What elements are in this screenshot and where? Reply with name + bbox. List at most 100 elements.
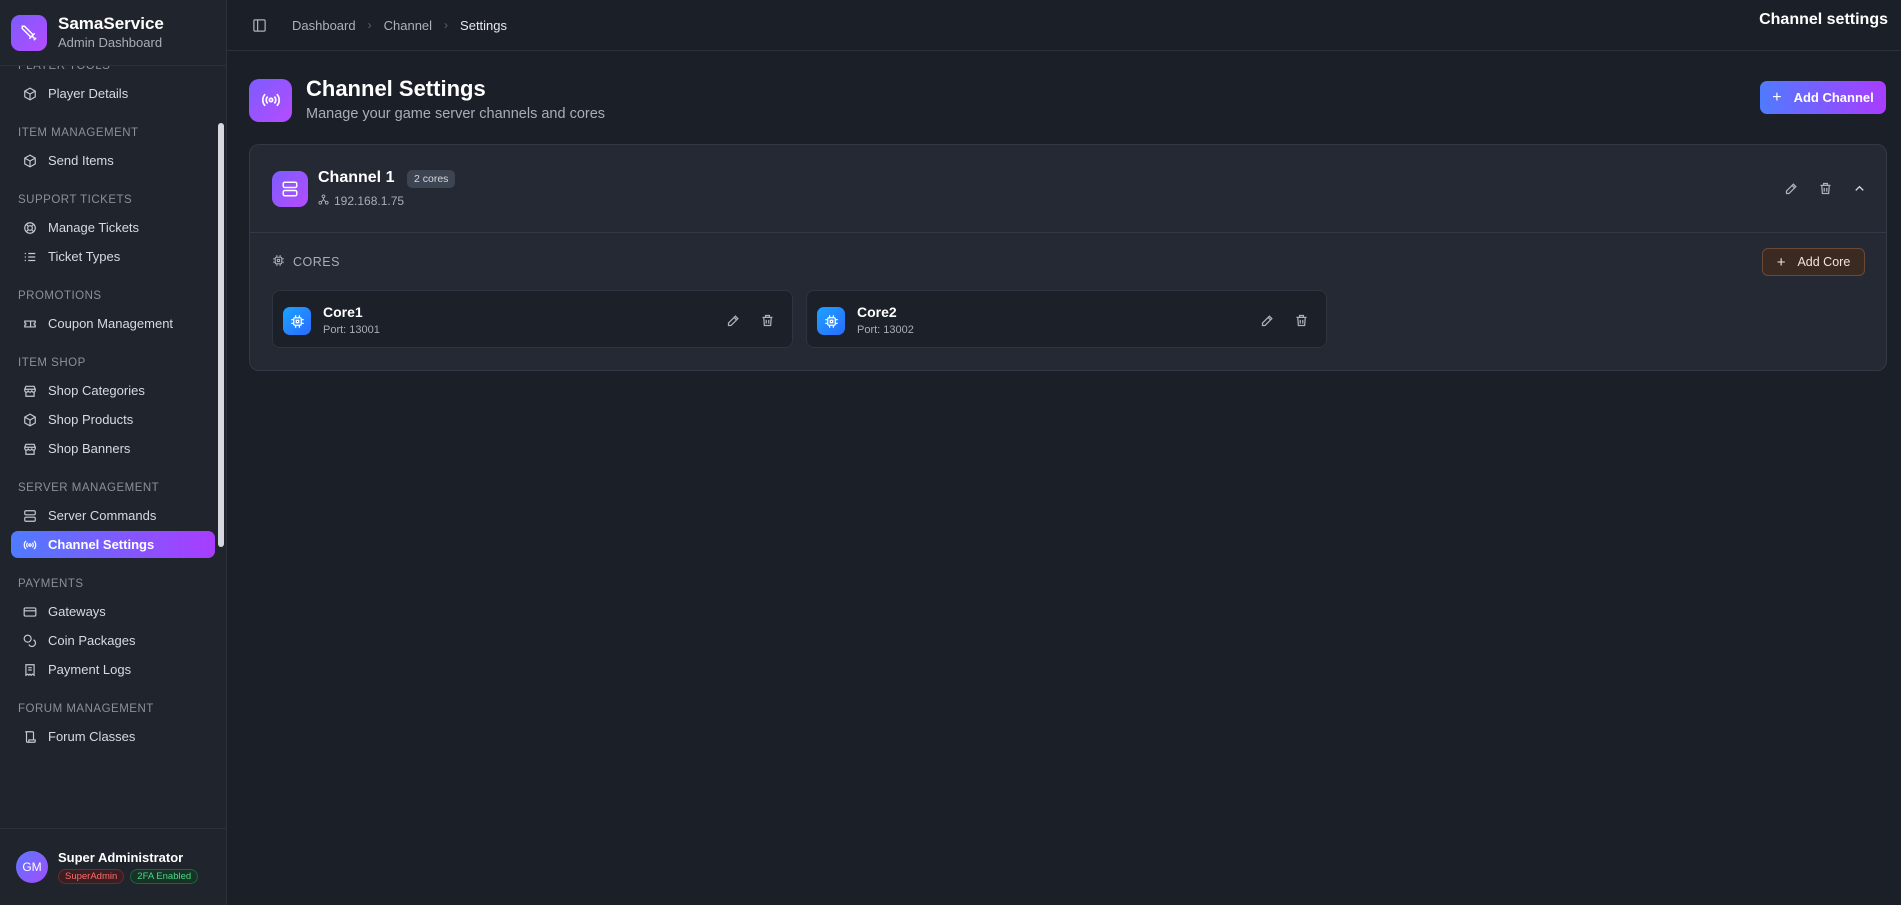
sidebar-item-label: Coupon Management — [48, 316, 174, 331]
lifebuoy-icon — [22, 220, 38, 236]
delete-core-icon[interactable] — [1292, 311, 1310, 329]
avatar: GM — [16, 851, 48, 883]
add-channel-label: Add Channel — [1793, 90, 1874, 105]
breadcrumb-dashboard[interactable]: Dashboard — [292, 18, 356, 33]
sidebar-item-label: Gateways — [48, 604, 106, 619]
page-title: Channel Settings — [306, 76, 486, 101]
user-profile[interactable]: GM Super Administrator SuperAdmin 2FA En… — [0, 828, 226, 905]
sidebar-item-manage-tickets[interactable]: Manage Tickets — [11, 214, 215, 241]
sidebar-item-server-commands[interactable]: Server Commands — [11, 502, 215, 529]
sidebar-item-label: Channel Settings — [48, 537, 155, 552]
channel-card: Channel 1 2 cores 192.168.1.75 CORES + A… — [249, 144, 1887, 371]
sidebar-item-label: Player Details — [48, 86, 129, 101]
core-port: Port: 13001 — [323, 324, 380, 336]
breadcrumb-channel[interactable]: Channel — [384, 18, 432, 33]
server-icon — [22, 508, 38, 524]
sidebar-toggle-icon[interactable] — [250, 16, 268, 34]
edit-core-icon[interactable] — [724, 311, 742, 329]
core-name: Core2 — [857, 304, 897, 320]
channel-ip: 192.168.1.75 — [318, 194, 404, 208]
cores-label-text: CORES — [293, 255, 340, 269]
sidebar-scrollbar[interactable] — [218, 123, 224, 547]
cube-icon — [22, 86, 38, 102]
coins-icon — [22, 633, 38, 649]
sidebar-item-player-details[interactable]: Player Details — [11, 80, 215, 107]
breadcrumb: Dashboard › Channel › Settings — [292, 18, 507, 33]
sword-icon — [11, 14, 47, 51]
sidebar-item-label: Ticket Types — [48, 249, 121, 264]
sidebar-item-shop-banners[interactable]: Shop Banners — [11, 435, 215, 462]
chevron-right-icon: › — [444, 18, 449, 32]
sidebar-item-label: Server Commands — [48, 508, 157, 523]
core-port: Port: 13002 — [857, 324, 914, 336]
sidebar-item-shop-products[interactable]: Shop Products — [11, 406, 215, 433]
sidebar-item-label: Coin Packages — [48, 633, 136, 648]
plus-icon: + — [1776, 253, 1786, 271]
nav-section-title: PLAYER TOOLS — [18, 66, 111, 72]
sidebar: SamaService Admin Dashboard PLAYER TOOLS… — [0, 0, 227, 905]
store-icon — [22, 441, 38, 457]
sidebar-item-shop-categories[interactable]: Shop Categories — [11, 377, 215, 404]
brand[interactable]: SamaService Admin Dashboard — [0, 0, 226, 66]
add-core-button[interactable]: + Add Core — [1762, 248, 1865, 276]
cpu-icon — [817, 307, 845, 335]
sidebar-item-send-items[interactable]: Send Items — [11, 147, 215, 174]
breadcrumb-settings: Settings — [460, 17, 508, 33]
cores-section-label: CORES — [272, 254, 340, 270]
delete-channel-icon[interactable] — [1816, 179, 1834, 197]
brand-subtitle: Admin Dashboard — [58, 34, 163, 50]
sidebar-item-label: Manage Tickets — [48, 220, 140, 235]
nav-section-title: ITEM SHOP — [18, 357, 86, 369]
cpu-icon — [283, 307, 311, 335]
sidebar-nav: PLAYER TOOLS Player Details ITEM MANAGEM… — [0, 66, 226, 828]
chevron-right-icon: › — [367, 18, 372, 32]
sidebar-item-label: Forum Classes — [48, 729, 136, 744]
cpu-icon — [272, 254, 285, 270]
brand-title: SamaService — [58, 13, 164, 33]
add-channel-button[interactable]: + Add Channel — [1760, 81, 1886, 114]
card-icon — [22, 604, 38, 620]
twofa-badge: 2FA Enabled — [130, 869, 199, 884]
sidebar-item-payment-logs[interactable]: Payment Logs — [11, 656, 215, 683]
user-name: Super Administrator — [58, 850, 184, 865]
topbar: Dashboard › Channel › Settings Channel s… — [227, 0, 1901, 51]
nav-section-title: SERVER MANAGEMENT — [18, 482, 160, 494]
scroll-icon — [22, 729, 38, 745]
nav-section-title: PROMOTIONS — [18, 290, 102, 302]
sidebar-item-channel-settings[interactable]: Channel Settings — [11, 531, 215, 558]
sidebar-item-label: Shop Categories — [48, 383, 145, 398]
sidebar-item-label: Shop Products — [48, 412, 134, 427]
nav-section-title: ITEM MANAGEMENT — [18, 127, 139, 139]
sidebar-item-label: Send Items — [48, 153, 114, 168]
sidebar-item-coin-packages[interactable]: Coin Packages — [11, 627, 215, 654]
cube-icon — [22, 153, 38, 169]
sidebar-item-coupon-management[interactable]: Coupon Management — [11, 310, 215, 337]
sidebar-item-ticket-types[interactable]: Ticket Types — [11, 243, 215, 270]
core-name: Core1 — [323, 304, 363, 320]
channel-name: Channel 1 — [318, 169, 395, 186]
ticket-icon — [22, 316, 38, 332]
sidebar-item-label: Payment Logs — [48, 662, 132, 677]
plus-icon: + — [1772, 88, 1782, 106]
page-subtitle: Manage your game server channels and cor… — [306, 106, 606, 122]
edit-channel-icon[interactable] — [1782, 179, 1800, 197]
sidebar-item-forum-classes[interactable]: Forum Classes — [11, 723, 215, 750]
core-card-1[interactable]: Core1 Port: 13001 — [272, 290, 793, 348]
broadcast-icon — [249, 78, 292, 122]
chevron-up-icon[interactable] — [1850, 179, 1868, 197]
nav-section-title: FORUM MANAGEMENT — [18, 703, 154, 715]
sidebar-item-gateways[interactable]: Gateways — [11, 598, 215, 625]
cube-icon — [22, 412, 38, 428]
delete-core-icon[interactable] — [758, 311, 776, 329]
edit-core-icon[interactable] — [1258, 311, 1276, 329]
receipt-icon — [22, 662, 38, 678]
topbar-title: Channel settings — [1759, 11, 1888, 28]
core-card-2[interactable]: Core2 Port: 13002 — [806, 290, 1327, 348]
cores-count-badge: 2 cores — [407, 170, 456, 188]
channel-header[interactable]: Channel 1 2 cores 192.168.1.75 — [250, 145, 1886, 233]
store-icon — [22, 383, 38, 399]
channel-ip-value: 192.168.1.75 — [334, 194, 405, 208]
sidebar-item-label: Shop Banners — [48, 441, 131, 456]
role-badge: SuperAdmin — [58, 869, 125, 884]
add-core-label: Add Core — [1797, 255, 1851, 269]
